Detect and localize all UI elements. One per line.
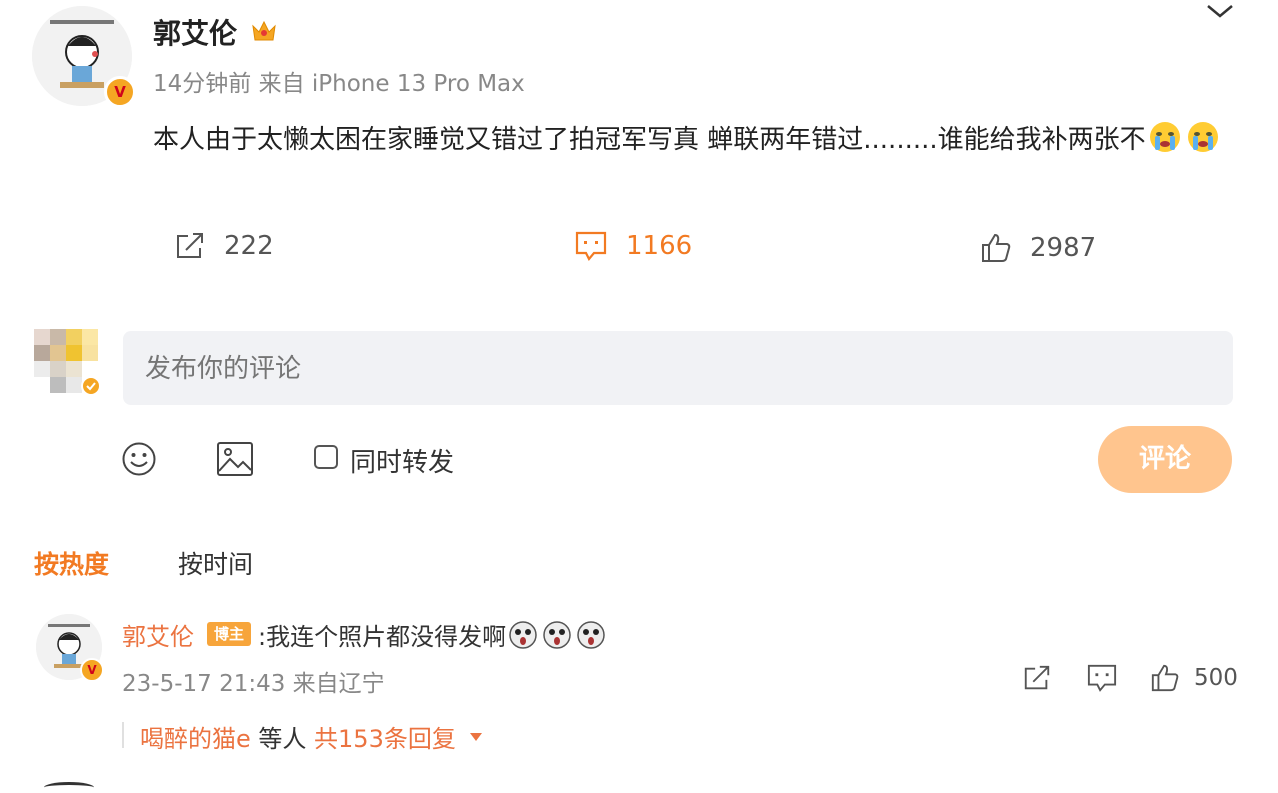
comment-like-count: 500 [1194, 665, 1238, 691]
like-count: 2987 [1030, 233, 1097, 263]
comment-reply-icon[interactable] [1086, 663, 1118, 693]
crying-emoji-icon [1186, 120, 1220, 154]
crown-icon [250, 18, 278, 44]
smile-icon[interactable] [121, 441, 157, 477]
like-icon [1150, 663, 1180, 693]
crying-emoji-icon [1148, 120, 1182, 154]
tab-sort-hot[interactable]: 按热度 [34, 545, 109, 581]
chevron-down-icon[interactable] [1202, 0, 1238, 22]
dropdown-caret-icon[interactable] [468, 731, 484, 743]
comment-meta: 23-5-17 21:43 来自辽宁 [122, 671, 385, 697]
scream-emoji-icon [576, 620, 606, 650]
repost-icon [174, 230, 206, 262]
repost-count: 222 [224, 231, 274, 261]
avatar[interactable]: V [32, 6, 136, 108]
repost-checkbox[interactable] [314, 445, 338, 469]
post-meta: 14分钟前 来自 iPhone 13 Pro Max [153, 71, 525, 97]
author-badge: 博主 [207, 622, 251, 646]
next-comment-avatar [44, 782, 94, 793]
reply-user-names[interactable]: 喝醉的猫e [140, 719, 251, 754]
current-user-avatar [30, 325, 102, 405]
comment-avatar[interactable]: V [36, 614, 104, 682]
reply-summary[interactable]: 喝醉的猫e 等人 共153条回复 [140, 719, 484, 754]
scream-emoji-icon [542, 620, 572, 650]
like-button[interactable]: 2987 [980, 232, 1096, 264]
scream-emoji-icon [508, 620, 538, 650]
repost-checkbox-label[interactable]: 同时转发 [350, 442, 454, 479]
post-text-body: 本人由于太懒太困在家睡觉又错过了拍冠军写真 蝉联两年错过.........谁能给… [153, 125, 1146, 155]
post-text: 本人由于太懒太困在家睡觉又错过了拍冠军写真 蝉联两年错过.........谁能给… [153, 115, 1243, 165]
repost-button[interactable]: 222 [174, 230, 274, 262]
comment-input[interactable] [123, 331, 1233, 405]
submit-comment-button[interactable]: 评论 [1098, 426, 1232, 493]
post-username[interactable]: 郭艾伦 [153, 12, 237, 52]
reply-count[interactable]: 共153条回复 [314, 719, 456, 754]
comment-count: 1166 [626, 231, 693, 261]
comment-button[interactable]: 1166 [574, 230, 692, 262]
comment-icon [574, 230, 608, 262]
tab-sort-time[interactable]: 按时间 [178, 545, 253, 581]
like-icon [980, 232, 1012, 264]
comment-like-button[interactable]: 500 [1150, 663, 1238, 693]
verified-badge: V [80, 658, 104, 682]
comment-username[interactable]: 郭艾伦 [122, 617, 194, 652]
reply-mid-text: 等人 [250, 725, 315, 753]
comment-text-body: :我连个照片都没得发啊 [258, 623, 507, 651]
comment-repost-icon[interactable] [1022, 663, 1052, 693]
verified-badge: V [104, 76, 136, 108]
image-icon[interactable] [216, 441, 254, 477]
comment-text: :我连个照片都没得发啊 [258, 617, 608, 652]
reply-divider [122, 722, 124, 748]
